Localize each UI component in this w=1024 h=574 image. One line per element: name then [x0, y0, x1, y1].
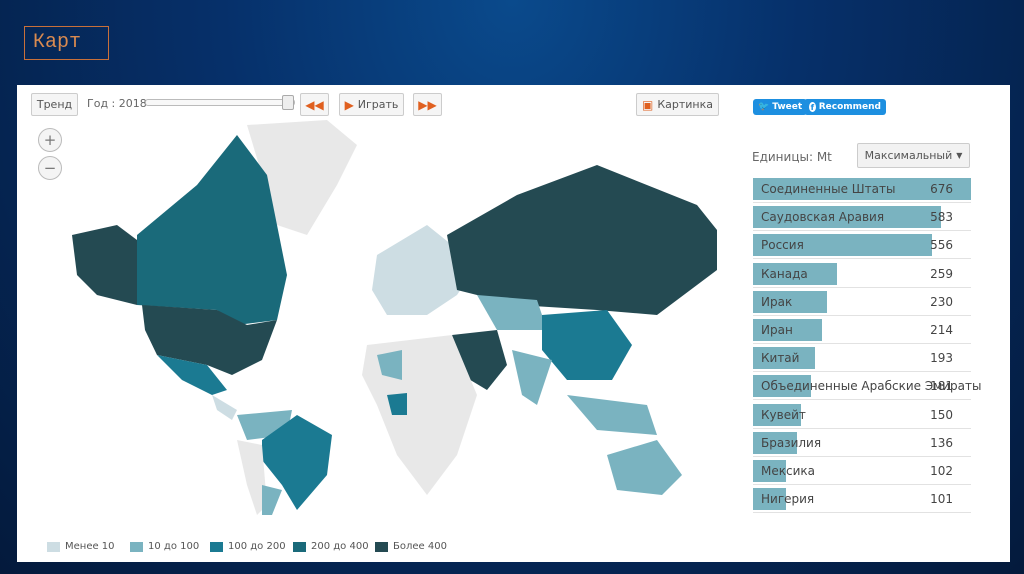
play-button[interactable]: ▶ Играть — [339, 93, 404, 116]
legend-label: 200 до 400 — [311, 541, 369, 552]
tweet-button[interactable]: 🐦 Tweet — [753, 99, 808, 115]
recommend-label: Recommend — [818, 102, 881, 112]
chevron-down-icon: ▼ — [956, 151, 963, 160]
country-australia — [607, 440, 682, 495]
country-central-america — [212, 395, 237, 420]
play-icon: ▶ — [344, 97, 354, 112]
country-value: 193 — [930, 351, 953, 366]
forward-icon: ▶▶ — [418, 97, 437, 112]
world-map[interactable] — [57, 115, 717, 515]
country-argentina — [262, 485, 282, 515]
year-label: Год : 2018 — [87, 97, 147, 110]
country-value: 556 — [930, 238, 953, 253]
legend-swatch — [130, 541, 143, 552]
country-name: Россия — [761, 238, 804, 253]
forward-button[interactable]: ▶▶ — [413, 93, 442, 116]
trend-button[interactable]: Тренд — [31, 93, 78, 116]
picture-button[interactable]: ▣ Картинка — [636, 93, 719, 116]
legend-item: Менее 10 — [47, 541, 115, 552]
recommend-button[interactable]: f Recommend — [804, 99, 886, 115]
ranking-row[interactable]: Мексика 102 — [753, 457, 971, 485]
country-value: 150 — [930, 407, 953, 422]
country-southeast-asia — [567, 395, 657, 435]
country-value: 676 — [930, 182, 953, 196]
facebook-icon: f — [809, 102, 816, 112]
map-panel: Тренд Год : 2018 ◀◀ ▶ Играть ▶▶ ▣ Картинка… — [17, 85, 1010, 562]
country-value: 259 — [930, 266, 953, 281]
country-name: Мексика — [761, 464, 815, 478]
year-slider-thumb[interactable] — [282, 95, 294, 110]
ranking-row[interactable]: Соединенные Штаты 676 — [753, 175, 971, 203]
country-name: Нигерия — [761, 492, 815, 507]
ranking-row[interactable]: Иран 214 — [753, 316, 971, 344]
country-china — [542, 310, 632, 380]
rewind-icon: ◀◀ — [305, 97, 324, 112]
ranking-row[interactable]: Китай 193 — [753, 344, 971, 373]
dropdown-value: Максимальный — [864, 149, 953, 162]
play-label: Играть — [357, 98, 399, 111]
legend-swatch — [47, 541, 60, 552]
tweet-label: Tweet — [772, 102, 803, 112]
year-slider[interactable] — [145, 99, 295, 106]
country-value: 214 — [930, 323, 953, 337]
country-central-asia — [477, 295, 547, 330]
country-india — [512, 350, 552, 405]
legend-item: Более 400 — [375, 541, 447, 552]
country-value: 136 — [930, 435, 953, 450]
country-value: 583 — [930, 210, 953, 225]
twitter-icon: 🐦 — [758, 102, 770, 112]
ranking-row[interactable]: Канада 259 — [753, 260, 971, 288]
slide-title: Карт — [24, 26, 109, 60]
country-name: Бразилия — [761, 435, 822, 450]
country-russia — [447, 165, 717, 315]
legend-label: Более 400 — [393, 541, 447, 552]
legend-item: 200 до 400 — [293, 541, 369, 552]
ranking-row[interactable]: Россия 556 — [753, 231, 971, 260]
ranking-row[interactable]: Саудовская Аравия 583 — [753, 203, 971, 232]
country-name: Канада — [761, 266, 808, 281]
country-name: Кувейт — [761, 407, 806, 422]
country-name: Иран — [761, 323, 793, 337]
legend-swatch — [210, 541, 223, 552]
country-name: Ирак — [761, 294, 793, 309]
legend-label: Менее 10 — [65, 541, 115, 552]
legend-label: 100 до 200 — [228, 541, 286, 552]
legend-label: 10 до 100 — [148, 541, 200, 552]
legend-swatch — [375, 541, 388, 552]
country-alaska — [72, 225, 137, 305]
picture-label: Картинка — [657, 98, 713, 111]
rewind-button[interactable]: ◀◀ — [300, 93, 329, 116]
country-value: 181 — [930, 379, 953, 394]
legend-swatch — [293, 541, 306, 552]
legend-item: 100 до 200 — [210, 541, 286, 552]
units-label: Единицы: Mt — [752, 150, 832, 164]
legend-item: 10 до 100 — [130, 541, 199, 552]
ranking-row[interactable]: Бразилия 136 — [753, 429, 971, 457]
ranking-row[interactable]: Нигерия 101 — [753, 485, 971, 514]
ranking-row[interactable]: Ирак 230 — [753, 288, 971, 316]
country-name: Соединенные Штаты — [761, 182, 896, 196]
aggregation-dropdown[interactable]: Максимальный ▼ — [857, 143, 970, 168]
ranking-row[interactable]: Объединенные Арабские Эмираты 181 — [753, 372, 981, 401]
country-value: 102 — [930, 464, 953, 478]
country-value: 230 — [930, 294, 953, 309]
country-name: Китай — [761, 351, 800, 366]
image-file-icon: ▣ — [641, 97, 654, 112]
country-value: 101 — [930, 492, 953, 507]
ranking-row[interactable]: Кувейт 150 — [753, 401, 971, 429]
country-name: Саудовская Аравия — [761, 210, 885, 225]
